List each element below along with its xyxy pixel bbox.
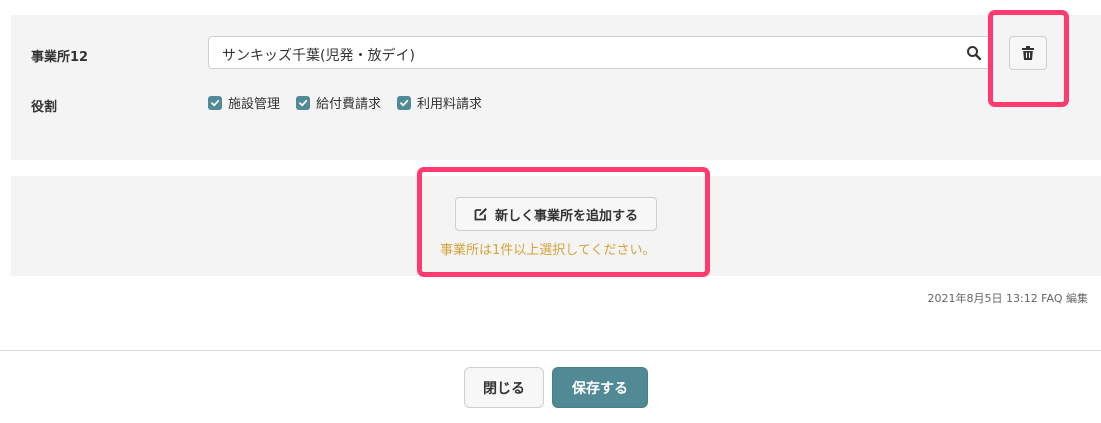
updated-timestamp: 2021年8月5日 13:12 FAQ 編集 [927, 292, 1089, 305]
office-edit-page: 事業所12 サンキッズ千葉(児発・放デイ) 役割 施設管理 給付費請求 利用料請… [0, 0, 1101, 423]
role-facility-management[interactable]: 施設管理 [208, 93, 280, 112]
role-fee-billing-label: 利用料請求 [417, 97, 483, 112]
add-office-highlight [417, 167, 710, 277]
checkbox-checked-icon[interactable] [296, 95, 311, 110]
save-button[interactable]: 保存する [552, 367, 648, 408]
role-checkboxes: 施設管理 給付費請求 利用料請求 [208, 93, 498, 112]
office-search-field[interactable]: サンキッズ千葉(児発・放デイ) [208, 36, 992, 69]
office-label: 事業所12 [31, 50, 89, 65]
role-benefit-billing[interactable]: 給付費請求 [296, 93, 381, 112]
close-button[interactable]: 閉じる [464, 367, 544, 408]
delete-button-highlight [988, 10, 1069, 107]
office-panel: 事業所12 サンキッズ千葉(児発・放デイ) 役割 施設管理 給付費請求 利用料請… [11, 15, 1101, 160]
role-fee-billing[interactable]: 利用料請求 [397, 93, 482, 112]
search-icon[interactable] [966, 45, 982, 61]
footer-divider [0, 350, 1101, 351]
role-label: 役割 [31, 100, 58, 115]
checkbox-checked-icon[interactable] [397, 95, 412, 110]
role-facility-management-label: 施設管理 [228, 97, 281, 112]
checkbox-checked-icon[interactable] [208, 95, 222, 110]
office-search-value[interactable]: サンキッズ千葉(児発・放デイ) [222, 45, 415, 65]
role-benefit-billing-label: 給付費請求 [316, 97, 382, 112]
